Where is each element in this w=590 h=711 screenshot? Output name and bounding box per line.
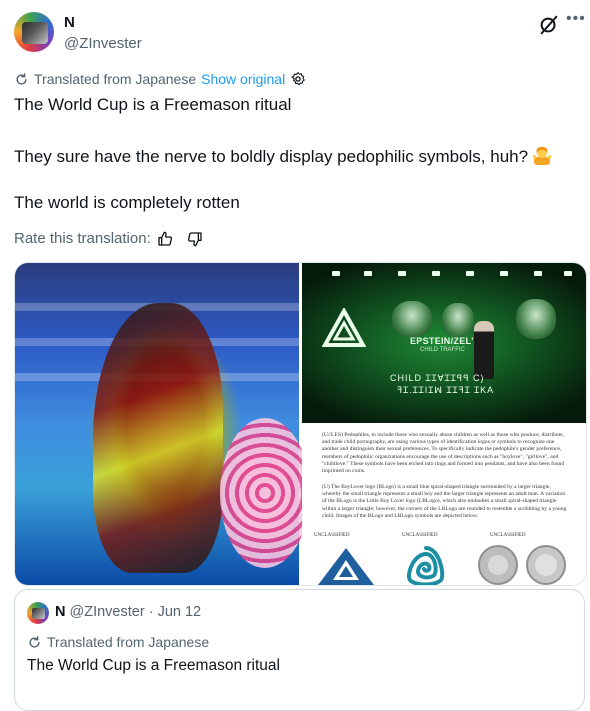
quoted-date: Jun 12: [157, 604, 202, 620]
display-name[interactable]: N: [64, 14, 75, 31]
avatar[interactable]: [14, 12, 54, 52]
quoted-text: The World Cup is a Freemason ritual: [27, 657, 280, 674]
tweet-text-line-1: The World Cup is a Freemason ritual: [14, 95, 292, 114]
thumbs-up-icon[interactable]: [157, 231, 173, 247]
quoted-avatar: [27, 602, 49, 624]
unclassified-label-1: UNCLASSIFIED: [314, 533, 350, 538]
tweet-text-line-2: They sure have the nerve to boldly displ…: [14, 145, 552, 167]
quoted-translation-notice: Translated from Japanese: [27, 634, 209, 650]
unclassified-label-2: UNCLASSIFIED: [402, 533, 438, 538]
more-dots-icon[interactable]: •••: [566, 10, 586, 28]
unclassified-label-3: UNCLASSIFIED: [490, 533, 526, 538]
show-original-link[interactable]: Show original: [201, 71, 285, 87]
translation-label: Translated from Japanese: [34, 71, 197, 87]
document-paragraph-1: (U//LES) Pedophiles, to include those wh…: [322, 432, 565, 475]
media-grid: EPSTEIN/ZEL' CHILD TRAFFIC CHILD ꞮꞮⱯꞮꞮꟼꟼ…: [14, 262, 587, 586]
coins-image-icon: [478, 545, 566, 585]
handle[interactable]: @ZInvester: [64, 35, 142, 52]
tweet-text-line-2-text: They sure have the nerve to boldly displ…: [14, 147, 529, 166]
translation-notice: Translated from Japanese Show original: [14, 71, 306, 87]
tweet-text-line-3: The world is completely rotten: [14, 193, 240, 212]
triangle-logo-icon: [322, 308, 366, 347]
spiral-triangle-symbol-icon: [407, 546, 445, 585]
document-paragraph-2: (U) The BoyLover logo (BLogo) is a small…: [322, 484, 567, 519]
media-image-broadcast[interactable]: EPSTEIN/ZEL' CHILD TRAFFIC CHILD ꞮꞮⱯꞮꞮꟼꟼ…: [302, 263, 586, 423]
broadcast-caption-2: ꟻꞮ.ꞮꞮIꞮꟽ ꞮꞮꟻꞮ ꞮKA: [397, 385, 495, 395]
media-image-ceremony[interactable]: [15, 263, 310, 585]
quoted-tweet[interactable]: N @ZInvester · Jun 12 Translated from Ja…: [14, 589, 585, 711]
grok-icon[interactable]: [538, 14, 560, 36]
blue-triangle-symbol-icon: [318, 548, 374, 585]
person-shrugging-emoji-icon: [532, 145, 552, 165]
quoted-display-name: N: [55, 604, 66, 620]
quoted-header: N @ZInvester · Jun 12: [55, 604, 201, 620]
quoted-translation-label: Translated from Japanese: [47, 634, 210, 650]
gear-icon[interactable]: [290, 71, 306, 87]
rate-translation: Rate this translation:: [14, 230, 203, 247]
broadcast-headline-1: EPSTEIN/ZEL': [410, 336, 474, 346]
rate-label: Rate this translation:: [14, 230, 151, 247]
translate-icon: [29, 635, 40, 648]
media-image-document[interactable]: (U//LES) Pedophiles, to include those wh…: [302, 426, 586, 585]
quoted-separator: ·: [148, 604, 154, 620]
quoted-handle: @ZInvester: [69, 604, 145, 620]
translate-icon: [16, 72, 27, 85]
broadcast-headline-2: CHILD TRAFFIC: [420, 347, 465, 353]
thumbs-down-icon[interactable]: [187, 231, 203, 247]
